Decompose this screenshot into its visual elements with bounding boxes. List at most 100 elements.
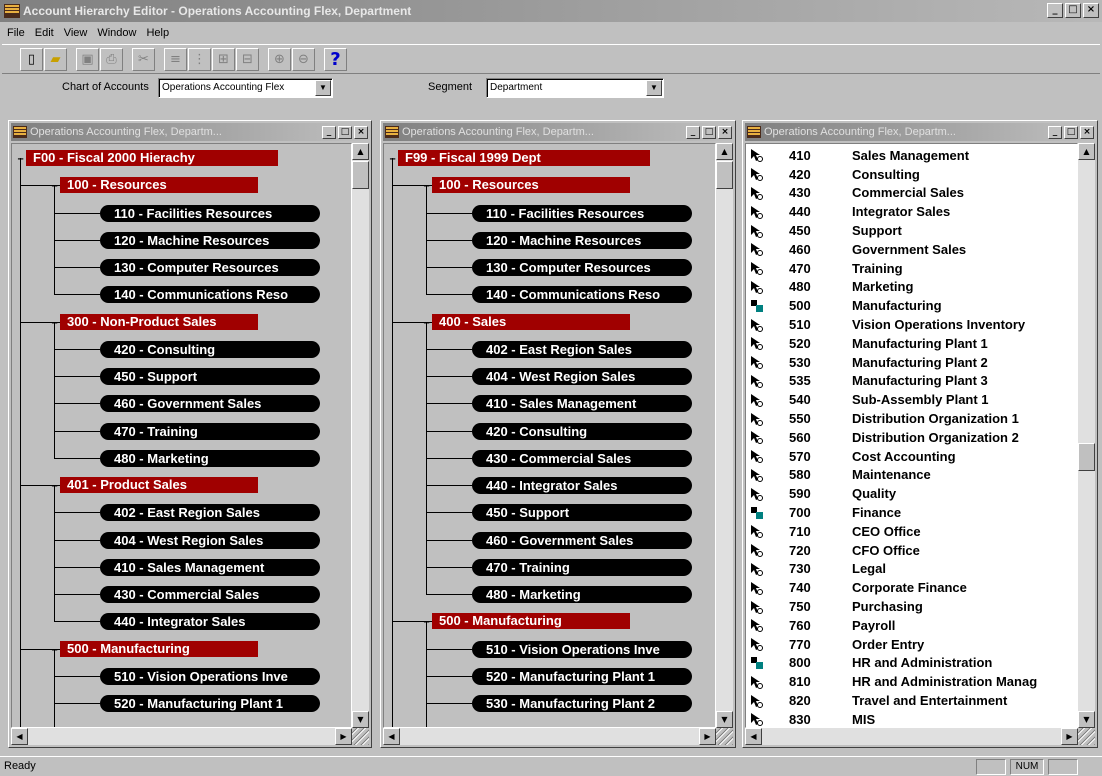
menu-edit[interactable]: Edit [30, 27, 59, 39]
list-item[interactable]: 570 Cost Accounting [746, 447, 1077, 466]
scroll-up-icon[interactable]: ▲ [716, 143, 733, 160]
list-item[interactable]: 530 Manufacturing Plant 2 [746, 353, 1077, 372]
scroll-up-icon[interactable]: ▲ [1078, 143, 1095, 160]
tree-leaf-node[interactable]: 470 - Training [472, 558, 692, 576]
list-item[interactable]: 535 Manufacturing Plant 3 [746, 372, 1077, 391]
tree-leaf-node[interactable]: 140 - Communications Reso [100, 286, 320, 304]
list-item[interactable]: 540 Sub-Assembly Plant 1 [746, 390, 1077, 409]
help-icon[interactable]: ? [324, 47, 347, 71]
tree2-icon[interactable]: ⋮ [188, 47, 211, 71]
cut-icon[interactable]: ✂ [132, 47, 155, 71]
segment-select[interactable]: Department ▼ [486, 78, 664, 98]
list-item[interactable]: 470 Training [746, 259, 1077, 278]
tree-leaf-node[interactable]: 410 - Sales Management [472, 395, 692, 413]
chevron-down-icon[interactable]: ▼ [646, 80, 662, 96]
tree-leaf-node[interactable]: 110 - Facilities Resources [100, 204, 320, 222]
tree-root-node[interactable]: F99 - Fiscal 1999 Dept [398, 150, 650, 166]
horizontal-scrollbar[interactable]: ◀ ▶ [383, 728, 716, 745]
list-item[interactable]: 440 Integrator Sales [746, 202, 1077, 221]
list-item[interactable]: 830 MIS [746, 710, 1077, 727]
list-item[interactable]: 500 Manufacturing [746, 296, 1077, 315]
tree-group-node[interactable]: 401 - Product Sales [60, 477, 258, 493]
tree-view[interactable]: F00 - Fiscal 2000 Hierachy−100 - Resourc… [11, 143, 352, 728]
scroll-thumb[interactable] [716, 161, 733, 189]
tree3-icon[interactable]: ⊞ [212, 47, 235, 71]
tree-leaf-node[interactable]: 440 - Integrator Sales [100, 613, 320, 631]
list-item[interactable]: 770 Order Entry [746, 635, 1077, 654]
tree-leaf-node[interactable]: 420 - Consulting [472, 422, 692, 440]
tree-leaf-node[interactable]: 510 - Vision Operations Inve [472, 640, 692, 658]
tree-leaf-node[interactable]: 410 - Sales Management [100, 558, 320, 576]
list-item[interactable]: 720 CFO Office [746, 541, 1077, 560]
pane-title-bar[interactable]: Operations Accounting Flex, Departm... _… [745, 123, 1095, 141]
resize-grip[interactable] [352, 728, 369, 745]
list-item[interactable]: 710 CEO Office [746, 522, 1077, 541]
tree-leaf-node[interactable]: 480 - Marketing [100, 449, 320, 467]
tree-view[interactable]: F99 - Fiscal 1999 Dept−100 - Resources−1… [383, 143, 716, 728]
scroll-thumb[interactable] [1078, 443, 1095, 471]
minimize-button[interactable]: _ [1047, 3, 1063, 18]
scroll-right-icon[interactable]: ▶ [335, 728, 352, 745]
title-bar[interactable]: Account Hierarchy Editor - Operations Ac… [0, 0, 1102, 22]
maximize-button[interactable]: □ [702, 125, 716, 139]
print-icon[interactable]: ⎙ [100, 47, 123, 71]
list-item[interactable]: 700 Finance [746, 503, 1077, 522]
tree-leaf-node[interactable]: 404 - West Region Sales [100, 531, 320, 549]
tree-leaf-node[interactable]: 130 - Computer Resources [472, 259, 692, 276]
scroll-right-icon[interactable]: ▶ [1061, 728, 1078, 745]
list-item[interactable]: 520 Manufacturing Plant 1 [746, 334, 1077, 353]
list-item[interactable]: 550 Distribution Organization 1 [746, 409, 1077, 428]
tree-group-node[interactable]: 400 - Sales [432, 313, 630, 330]
scroll-up-icon[interactable]: ▲ [352, 143, 369, 160]
tree-root-node[interactable]: F00 - Fiscal 2000 Hierachy [26, 150, 278, 166]
close-button[interactable]: × [1080, 125, 1094, 139]
list-item[interactable]: 750 Purchasing [746, 597, 1077, 616]
tree-group-node[interactable]: 100 - Resources [432, 177, 630, 194]
maximize-button[interactable]: □ [338, 125, 352, 139]
close-button[interactable]: × [1083, 3, 1099, 18]
minimize-button[interactable]: _ [322, 125, 336, 139]
list-item[interactable]: 510 Vision Operations Inventory [746, 315, 1077, 334]
open-icon[interactable]: ▰ [44, 47, 67, 71]
tree-group-node[interactable]: 500 - Manufacturing [432, 613, 630, 630]
menu-view[interactable]: View [59, 27, 93, 39]
tree-leaf-node[interactable]: 430 - Commercial Sales [472, 449, 692, 467]
new-icon[interactable]: ▯ [20, 47, 43, 71]
chevron-down-icon[interactable]: ▼ [315, 80, 331, 96]
list-item[interactable]: 420 Consulting [746, 165, 1077, 184]
scroll-left-icon[interactable]: ◀ [11, 728, 28, 745]
resize-grip[interactable] [716, 728, 733, 745]
tree-leaf-node[interactable]: 420 - Consulting [100, 340, 320, 358]
chart-of-accounts-select[interactable]: Operations Accounting Flex ▼ [158, 78, 333, 98]
list-item[interactable]: 450 Support [746, 221, 1077, 240]
scroll-right-icon[interactable]: ▶ [699, 728, 716, 745]
list-item[interactable]: 740 Corporate Finance [746, 578, 1077, 597]
zoom-out-icon[interactable]: ⊖ [292, 47, 315, 71]
minimize-button[interactable]: _ [686, 125, 700, 139]
vertical-scrollbar[interactable]: ▲ ▼ [352, 143, 369, 728]
tree-leaf-node[interactable]: 140 - Communications Reso [472, 286, 692, 304]
list-item[interactable]: 800 HR and Administration [746, 654, 1077, 673]
list-item[interactable]: 480 Marketing [746, 278, 1077, 297]
list-item[interactable]: 430 Commercial Sales [746, 184, 1077, 203]
tree-leaf-node[interactable]: 440 - Integrator Sales [472, 477, 692, 494]
tree-leaf-node[interactable]: 470 - Training [100, 422, 320, 440]
pane-title-bar[interactable]: Operations Accounting Flex, Departm... _… [11, 123, 369, 141]
scroll-down-icon[interactable]: ▼ [352, 711, 369, 728]
tree-group-node[interactable]: 300 - Non-Product Sales [60, 313, 258, 330]
tree-leaf-node[interactable]: 450 - Support [472, 504, 692, 522]
tree-leaf-node[interactable]: 402 - East Region Sales [472, 340, 692, 358]
tree-leaf-node[interactable]: 404 - West Region Sales [472, 368, 692, 385]
tree-group-node[interactable]: 500 - Manufacturing [60, 640, 258, 657]
list-item[interactable]: 460 Government Sales [746, 240, 1077, 259]
list-item[interactable]: 760 Payroll [746, 616, 1077, 635]
maximize-button[interactable]: □ [1065, 3, 1081, 18]
list-item[interactable]: 560 Distribution Organization 2 [746, 428, 1077, 447]
tree-leaf-node[interactable]: 120 - Machine Resources [472, 231, 692, 249]
account-list[interactable]: 410 Sales Management 420 Consulting 430 Comme… [745, 143, 1078, 728]
tree-leaf-node[interactable]: 520 - Manufacturing Plant 1 [472, 667, 692, 685]
zoom-in-icon[interactable]: ⊕ [268, 47, 291, 71]
tree-leaf-node[interactable]: 402 - East Region Sales [100, 504, 320, 522]
tree-leaf-node[interactable]: 450 - Support [100, 368, 320, 385]
resize-grip[interactable] [1078, 728, 1095, 745]
